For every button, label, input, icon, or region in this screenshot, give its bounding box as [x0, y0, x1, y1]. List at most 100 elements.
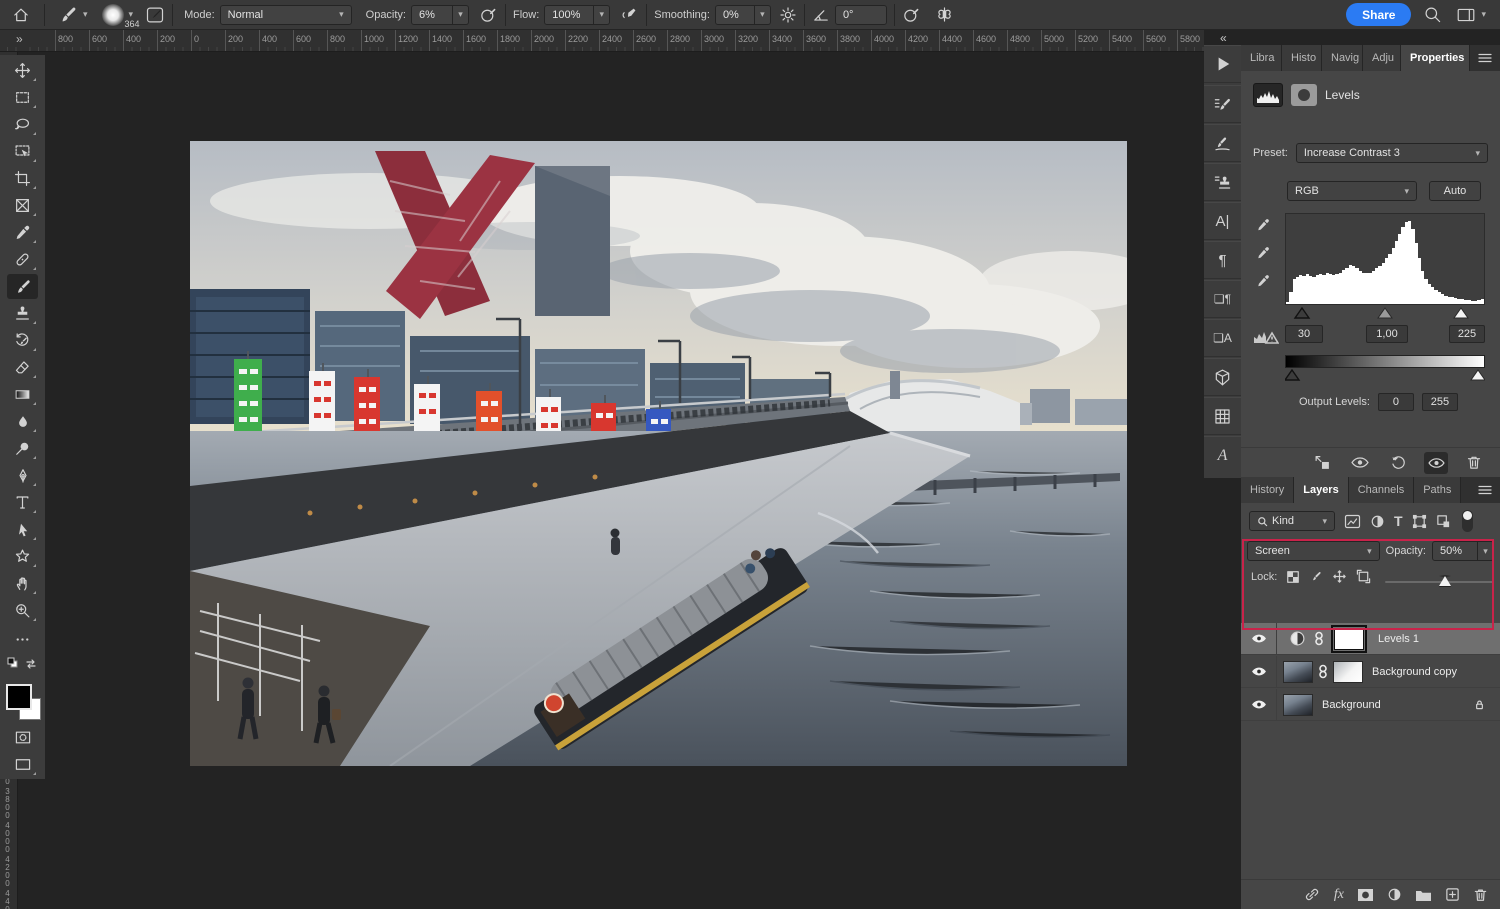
filter-kind-select[interactable]: Kind ▾	[1249, 511, 1335, 531]
reset-button[interactable]	[1386, 452, 1410, 474]
3d-panel-button[interactable]	[1204, 358, 1241, 396]
delete-layer-icon[interactable]	[1473, 887, 1488, 903]
toolbar-overflow-chevrons[interactable]: »	[16, 32, 22, 46]
glyphs-panel-button[interactable]: A	[1204, 436, 1241, 474]
tab-layers[interactable]: Layers	[1294, 477, 1348, 503]
edit-toolbar-button[interactable]	[7, 627, 38, 652]
previous-state-button[interactable]	[1348, 452, 1372, 474]
delete-adjustment-button[interactable]	[1462, 452, 1486, 474]
move-tool[interactable]	[7, 58, 38, 83]
clone-source-panel-button[interactable]	[1204, 163, 1241, 201]
horizontal-ruler[interactable]: 8006004002000200400600800100012001400160…	[0, 30, 1204, 52]
preset-select[interactable]: Increase Contrast 3 ▾	[1296, 143, 1488, 163]
tab-navigator[interactable]: Navig	[1322, 45, 1363, 71]
tool-button[interactable]: ▾	[58, 5, 88, 25]
history-brush-tool[interactable]	[7, 328, 38, 353]
mode-select[interactable]: Normal ▾	[220, 5, 352, 25]
highlight-input-value[interactable]: 225	[1449, 325, 1485, 343]
actions-panel-button[interactable]	[1204, 45, 1241, 83]
brush-settings-panel-button[interactable]	[1204, 85, 1241, 123]
custom-shape-tool[interactable]	[7, 544, 38, 569]
character-styles-panel-button[interactable]: ❏A	[1204, 319, 1241, 357]
pen-tool[interactable]	[7, 463, 38, 488]
tab-paths[interactable]: Paths	[1414, 477, 1461, 503]
dock-collapse-chevrons[interactable]: «	[1220, 31, 1226, 45]
marquee-tool[interactable]	[7, 85, 38, 110]
lock-pixels-icon[interactable]	[1309, 570, 1323, 584]
eyedropper-tool[interactable]	[7, 220, 38, 245]
gradient-tool[interactable]	[7, 382, 38, 407]
highlight-input-slider[interactable]	[1454, 308, 1468, 318]
brush-tool[interactable]	[7, 274, 38, 299]
paragraph-panel-button[interactable]: ¶	[1204, 241, 1241, 279]
crop-tool[interactable]	[7, 166, 38, 191]
visibility-toggle[interactable]	[1241, 689, 1277, 720]
dodge-tool[interactable]	[7, 436, 38, 461]
search-button[interactable]	[1423, 5, 1442, 24]
mask-properties-button[interactable]	[1291, 84, 1317, 106]
layer-mask-thumbnail[interactable]	[1333, 661, 1363, 683]
blend-mode-select[interactable]: Screen ▾	[1247, 541, 1380, 561]
character-panel-button[interactable]: A|	[1204, 202, 1241, 240]
black-point-eyedropper[interactable]	[1255, 217, 1271, 233]
layer-row-background-copy[interactable]: Background copy	[1241, 656, 1500, 688]
midtone-input-slider[interactable]	[1378, 308, 1392, 318]
brushes-panel-button[interactable]	[1204, 124, 1241, 162]
visibility-toggle-button[interactable]	[1424, 452, 1448, 474]
levels-adjustment-icon-button[interactable]	[1253, 83, 1283, 107]
path-selection-tool[interactable]	[7, 517, 38, 542]
tab-channels[interactable]: Channels	[1349, 477, 1414, 503]
tab-properties[interactable]: Properties	[1401, 45, 1470, 71]
tab-history[interactable]: History	[1241, 477, 1294, 503]
lock-artboard-icon[interactable]	[1356, 569, 1371, 584]
histogram-warning-button[interactable]	[1253, 327, 1279, 345]
channel-select[interactable]: RGB ▾	[1287, 181, 1417, 201]
new-adjustment-icon[interactable]	[1387, 887, 1402, 902]
shadow-input-slider[interactable]	[1295, 308, 1309, 318]
lasso-tool[interactable]	[7, 112, 38, 137]
smoothing-input[interactable]: 0%	[715, 5, 755, 25]
link-layers-icon[interactable]	[1303, 887, 1321, 902]
paint-symmetry-button[interactable]	[935, 5, 954, 24]
quick-mask-button[interactable]	[7, 725, 38, 750]
zoom-tool[interactable]	[7, 598, 38, 623]
smoothing-dropdown-button[interactable]: ▾	[755, 5, 771, 25]
new-group-icon[interactable]	[1415, 888, 1432, 902]
home-button[interactable]	[12, 6, 30, 24]
opacity-slider-thumb[interactable]	[1439, 575, 1451, 586]
screen-mode-button[interactable]	[7, 752, 38, 777]
spot-healing-tool[interactable]	[7, 247, 38, 272]
visibility-toggle[interactable]	[1241, 656, 1277, 687]
panel-menu-button[interactable]	[1470, 45, 1500, 71]
eraser-tool[interactable]	[7, 355, 38, 380]
paragraph-styles-panel-button[interactable]: ❏¶	[1204, 280, 1241, 318]
output-highlight-slider[interactable]	[1471, 370, 1485, 380]
shadow-input-value[interactable]: 30	[1285, 325, 1323, 343]
airbrush-opacity-button[interactable]	[479, 5, 498, 24]
airbrush-flow-button[interactable]	[620, 5, 639, 24]
foreground-color-swatch[interactable]	[6, 684, 32, 710]
pattern-panel-button[interactable]	[1204, 397, 1241, 435]
workspace-switcher[interactable]: ▾	[1456, 6, 1486, 24]
visibility-toggle[interactable]	[1241, 623, 1277, 654]
color-swatches[interactable]	[4, 668, 42, 720]
mask-link-icon[interactable]	[1314, 630, 1324, 647]
add-mask-icon[interactable]	[1357, 888, 1374, 902]
layer-thumbnail[interactable]	[1283, 661, 1313, 683]
type-filter-icon[interactable]: T	[1394, 513, 1403, 529]
opacity-dropdown-button[interactable]: ▾	[453, 5, 469, 25]
smart-object-filter-icon[interactable]	[1436, 514, 1451, 529]
flow-dropdown-button[interactable]: ▾	[594, 5, 610, 25]
brush-angle-input[interactable]: 0°	[835, 5, 887, 25]
output-low-value[interactable]: 0	[1378, 393, 1414, 411]
layer-opacity-input[interactable]: 50%	[1432, 541, 1478, 561]
type-tool[interactable]	[7, 490, 38, 515]
output-high-value[interactable]: 255	[1422, 393, 1458, 411]
new-layer-icon[interactable]	[1445, 887, 1460, 902]
adjustment-filter-icon[interactable]	[1370, 514, 1385, 529]
layer-mask-thumbnail[interactable]	[1334, 628, 1364, 650]
gray-point-eyedropper[interactable]	[1255, 245, 1271, 261]
layer-row-levels-1[interactable]: Levels 1	[1241, 623, 1500, 655]
image-filter-icon[interactable]	[1344, 514, 1361, 529]
opacity-slider[interactable]	[1385, 581, 1493, 583]
